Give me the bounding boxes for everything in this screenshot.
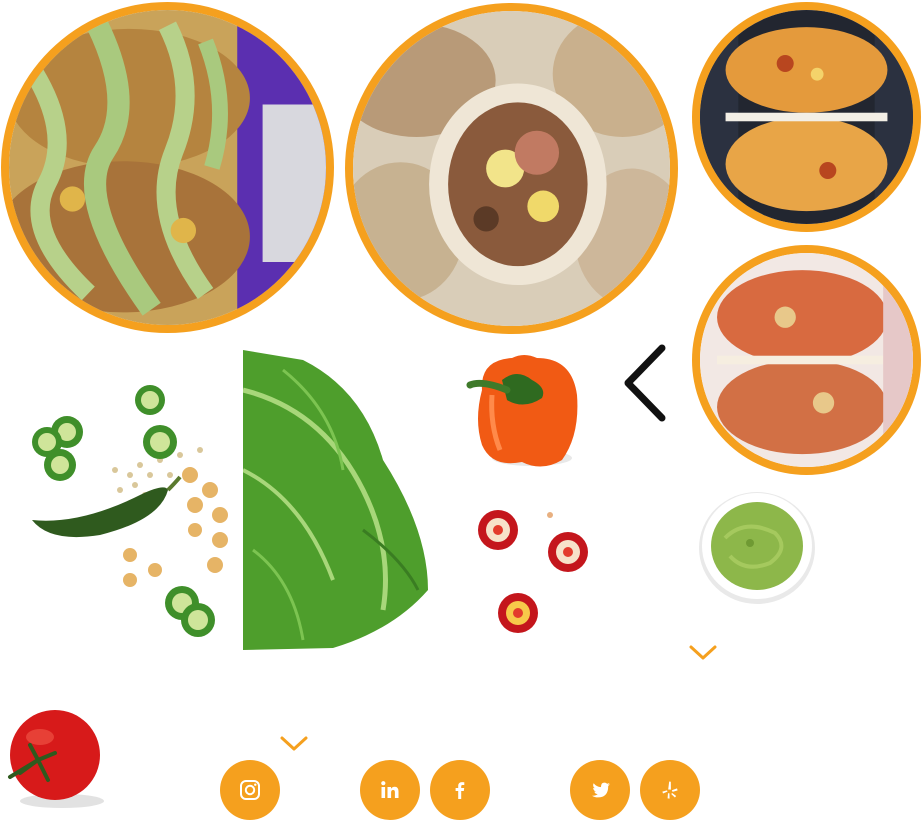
yelp-button[interactable]: [640, 760, 700, 820]
burrito-egg-cheese-photo: [692, 2, 921, 232]
scroll-down-button[interactable]: [278, 733, 310, 753]
jalapeno-chickpeas-image: [20, 355, 235, 655]
yelp-icon: [662, 781, 678, 799]
scroll-down-button[interactable]: [687, 642, 719, 662]
linkedin-icon: [381, 781, 399, 798]
romaine-lettuce-image: [242, 350, 433, 652]
twitter-button[interactable]: [570, 760, 630, 820]
tomato-image: [0, 705, 110, 810]
burrito-red-salsa-photo: [692, 245, 921, 475]
orange-bell-pepper-image: [462, 350, 587, 475]
gallery-prev-button[interactable]: [620, 344, 670, 422]
chevron-left-icon: [624, 344, 666, 422]
red-chili-slices-image: [470, 505, 595, 645]
guacamole-bowl-image: [695, 488, 820, 606]
instagram-button[interactable]: [220, 760, 280, 820]
chevron-down-icon: [280, 736, 308, 751]
facebook-icon: [455, 782, 465, 799]
facebook-button[interactable]: [430, 760, 490, 820]
burrito-cross-section-photo: [345, 3, 678, 334]
linkedin-button[interactable]: [360, 760, 420, 820]
instagram-icon: [240, 780, 260, 800]
burrito-green-sauce-photo: [1, 2, 334, 333]
twitter-icon: [592, 782, 610, 798]
chevron-down-icon: [689, 645, 717, 660]
